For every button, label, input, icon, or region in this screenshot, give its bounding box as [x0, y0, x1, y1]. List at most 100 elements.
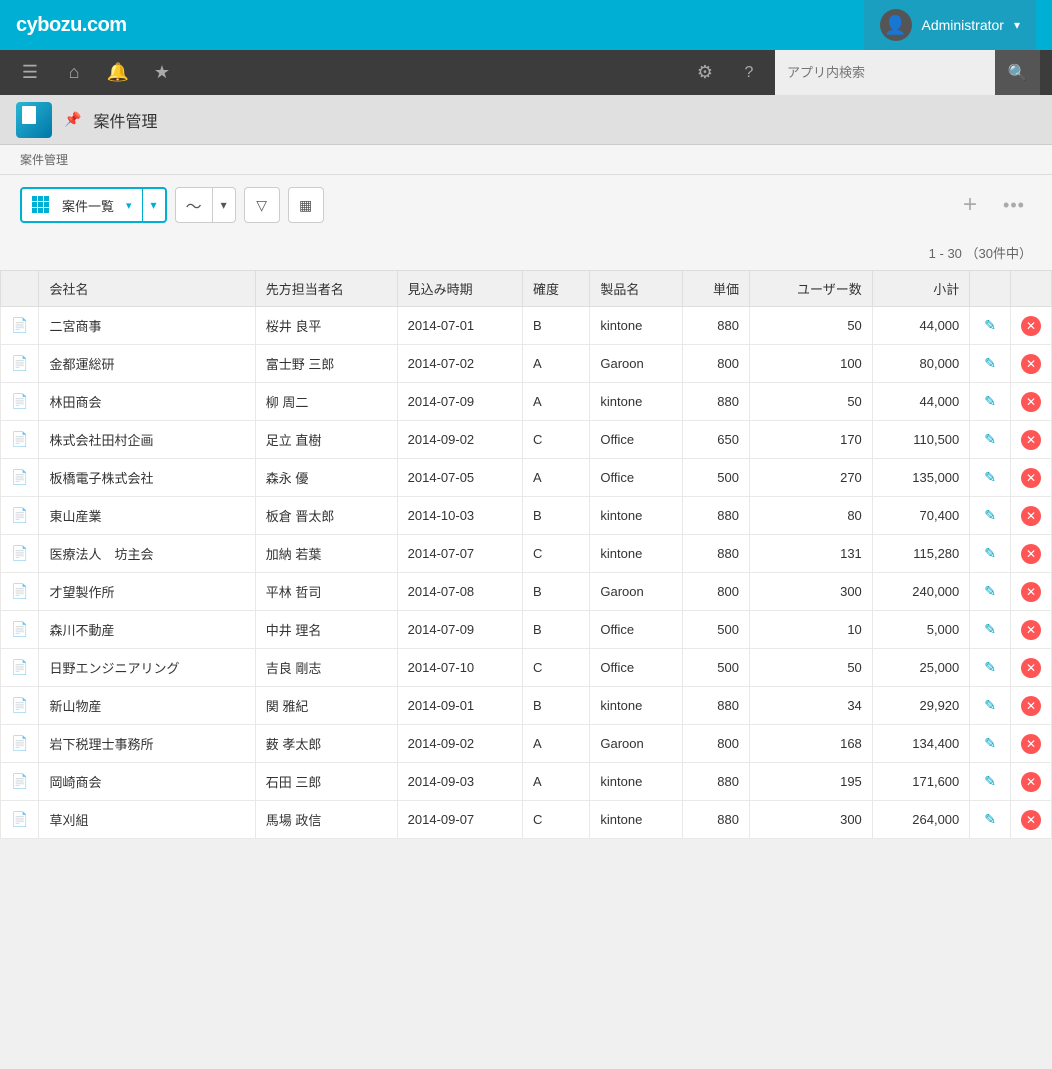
table-row: 📄 新山物産 関 雅紀 2014-09-01 B kintone 880 34 … — [1, 687, 1052, 725]
cell-unit-price: 800 — [682, 573, 749, 611]
edit-button[interactable]: ✎ — [980, 505, 1000, 526]
col-subtotal: 小計 — [872, 271, 969, 307]
home-icon[interactable]: ⌂ — [56, 55, 92, 91]
cell-edit[interactable]: ✎ — [970, 421, 1011, 459]
cell-contact: 柳 周二 — [255, 383, 397, 421]
cell-rank: C — [523, 649, 590, 687]
delete-button[interactable]: ✕ — [1021, 582, 1041, 602]
cell-delete[interactable]: ✕ — [1011, 383, 1052, 421]
delete-button[interactable]: ✕ — [1021, 392, 1041, 412]
filter-icon: ▽ — [256, 197, 267, 214]
row-doc-icon: 📄 — [1, 611, 39, 649]
menu-icon[interactable]: ☰ — [12, 55, 48, 91]
delete-button[interactable]: ✕ — [1021, 810, 1041, 830]
gear-icon[interactable]: ⚙ — [687, 55, 723, 91]
view-selector-main[interactable]: 案件一覧 ▾ — [22, 196, 142, 215]
cell-edit[interactable]: ✎ — [970, 459, 1011, 497]
help-icon[interactable]: ? — [731, 55, 767, 91]
favorites-icon[interactable]: ★ — [144, 55, 180, 91]
cell-delete[interactable]: ✕ — [1011, 763, 1052, 801]
table-view-icon — [32, 196, 50, 214]
edit-button[interactable]: ✎ — [980, 391, 1000, 412]
cell-delete[interactable]: ✕ — [1011, 459, 1052, 497]
cell-delete[interactable]: ✕ — [1011, 497, 1052, 535]
row-doc-icon: 📄 — [1, 497, 39, 535]
cell-unit-price: 880 — [682, 383, 749, 421]
search-button[interactable]: 🔍 — [995, 50, 1040, 95]
delete-button[interactable]: ✕ — [1021, 658, 1041, 678]
cell-delete[interactable]: ✕ — [1011, 421, 1052, 459]
edit-button[interactable]: ✎ — [980, 695, 1000, 716]
cell-subtotal: 115,280 — [872, 535, 969, 573]
cell-edit[interactable]: ✎ — [970, 497, 1011, 535]
cell-rank: A — [523, 459, 590, 497]
cell-rank: A — [523, 725, 590, 763]
view-selector[interactable]: 案件一覧 ▾ ▾ — [20, 187, 167, 223]
more-options-button[interactable]: ••• — [996, 187, 1032, 223]
filter-button[interactable]: ▽ — [244, 187, 280, 223]
user-menu[interactable]: 👤 Administrator ▾ — [864, 0, 1037, 50]
table-row: 📄 草刈組 馬場 政信 2014-09-07 C kintone 880 300… — [1, 801, 1052, 839]
cell-delete[interactable]: ✕ — [1011, 649, 1052, 687]
cell-edit[interactable]: ✎ — [970, 345, 1011, 383]
cell-edit[interactable]: ✎ — [970, 725, 1011, 763]
cell-company: 金都運総研 — [39, 345, 255, 383]
edit-button[interactable]: ✎ — [980, 733, 1000, 754]
cell-edit[interactable]: ✎ — [970, 763, 1011, 801]
edit-button[interactable]: ✎ — [980, 809, 1000, 830]
cell-delete[interactable]: ✕ — [1011, 535, 1052, 573]
graph-button[interactable]: 〜 ▾ — [175, 187, 236, 223]
delete-button[interactable]: ✕ — [1021, 354, 1041, 374]
delete-button[interactable]: ✕ — [1021, 772, 1041, 792]
cell-edit[interactable]: ✎ — [970, 611, 1011, 649]
table-row: 📄 才望製作所 平林 哲司 2014-07-08 B Garoon 800 30… — [1, 573, 1052, 611]
delete-button[interactable]: ✕ — [1021, 734, 1041, 754]
edit-button[interactable]: ✎ — [980, 429, 1000, 450]
delete-button[interactable]: ✕ — [1021, 544, 1041, 564]
cell-rank: C — [523, 421, 590, 459]
delete-button[interactable]: ✕ — [1021, 696, 1041, 716]
cell-subtotal: 110,500 — [872, 421, 969, 459]
cell-unit-price: 500 — [682, 611, 749, 649]
edit-button[interactable]: ✎ — [980, 619, 1000, 640]
edit-button[interactable]: ✎ — [980, 353, 1000, 374]
cell-rank: B — [523, 497, 590, 535]
cell-edit[interactable]: ✎ — [970, 307, 1011, 345]
cell-edit[interactable]: ✎ — [970, 535, 1011, 573]
chart-button[interactable]: ▦ — [288, 187, 324, 223]
edit-button[interactable]: ✎ — [980, 467, 1000, 488]
delete-button[interactable]: ✕ — [1021, 468, 1041, 488]
graph-button-main[interactable]: 〜 — [176, 188, 213, 222]
graph-button-arrow[interactable]: ▾ — [213, 198, 235, 212]
search-input[interactable] — [775, 50, 995, 95]
col-unit-price: 単価 — [682, 271, 749, 307]
delete-button[interactable]: ✕ — [1021, 506, 1041, 526]
cell-edit[interactable]: ✎ — [970, 573, 1011, 611]
cell-edit[interactable]: ✎ — [970, 801, 1011, 839]
cell-delete[interactable]: ✕ — [1011, 801, 1052, 839]
cell-delete[interactable]: ✕ — [1011, 725, 1052, 763]
edit-button[interactable]: ✎ — [980, 657, 1000, 678]
cell-delete[interactable]: ✕ — [1011, 687, 1052, 725]
view-selector-arrow[interactable]: ▾ — [143, 198, 165, 212]
delete-button[interactable]: ✕ — [1021, 430, 1041, 450]
cell-delete[interactable]: ✕ — [1011, 307, 1052, 345]
cell-rank: A — [523, 763, 590, 801]
edit-button[interactable]: ✎ — [980, 581, 1000, 602]
cell-edit[interactable]: ✎ — [970, 383, 1011, 421]
delete-button[interactable]: ✕ — [1021, 316, 1041, 336]
cell-delete[interactable]: ✕ — [1011, 611, 1052, 649]
add-record-button[interactable]: + — [952, 187, 988, 223]
edit-button[interactable]: ✎ — [980, 315, 1000, 336]
edit-button[interactable]: ✎ — [980, 771, 1000, 792]
row-doc-icon: 📄 — [1, 535, 39, 573]
cell-delete[interactable]: ✕ — [1011, 573, 1052, 611]
bell-icon[interactable]: 🔔 — [100, 55, 136, 91]
table-row: 📄 日野エンジニアリング 吉良 剛志 2014-07-10 C Office 5… — [1, 649, 1052, 687]
edit-button[interactable]: ✎ — [980, 543, 1000, 564]
cell-edit[interactable]: ✎ — [970, 649, 1011, 687]
cell-contact: 森永 優 — [255, 459, 397, 497]
cell-edit[interactable]: ✎ — [970, 687, 1011, 725]
cell-delete[interactable]: ✕ — [1011, 345, 1052, 383]
delete-button[interactable]: ✕ — [1021, 620, 1041, 640]
